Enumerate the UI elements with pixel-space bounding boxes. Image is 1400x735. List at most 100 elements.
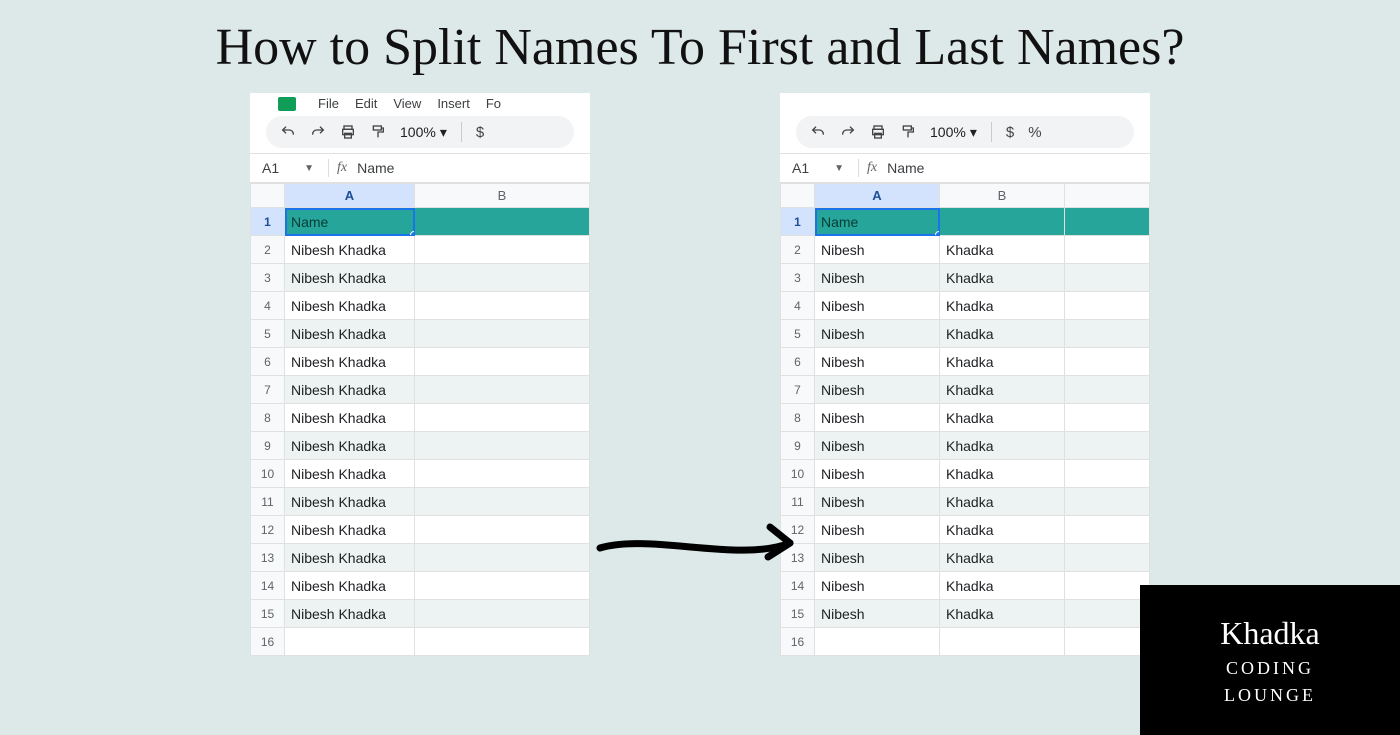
cell[interactable]: [415, 348, 590, 376]
col-header-b[interactable]: B: [415, 184, 590, 208]
row-header[interactable]: 1: [781, 208, 815, 236]
cell[interactable]: [1065, 628, 1150, 656]
cell[interactable]: Nibesh Khadka: [285, 572, 415, 600]
row-header[interactable]: 11: [251, 488, 285, 516]
cell[interactable]: Nibesh: [815, 572, 940, 600]
cell[interactable]: Khadka: [940, 264, 1065, 292]
row-header[interactable]: 12: [781, 516, 815, 544]
cell[interactable]: [415, 432, 590, 460]
percent-button[interactable]: %: [1028, 124, 1041, 141]
cell[interactable]: [415, 320, 590, 348]
row-header[interactable]: 4: [251, 292, 285, 320]
undo-icon[interactable]: [810, 124, 826, 140]
row-header[interactable]: 7: [781, 376, 815, 404]
col-header-a[interactable]: A: [285, 184, 415, 208]
cell[interactable]: Nibesh: [815, 264, 940, 292]
cell[interactable]: Nibesh: [815, 320, 940, 348]
cell[interactable]: Khadka: [940, 600, 1065, 628]
row-header[interactable]: 5: [251, 320, 285, 348]
cell[interactable]: Khadka: [940, 348, 1065, 376]
row-header[interactable]: 10: [781, 460, 815, 488]
cell[interactable]: [1065, 432, 1150, 460]
cell[interactable]: Nibesh Khadka: [285, 376, 415, 404]
print-icon[interactable]: [870, 124, 886, 140]
cell[interactable]: [1065, 320, 1150, 348]
cell[interactable]: [1065, 600, 1150, 628]
cell[interactable]: Nibesh Khadka: [285, 600, 415, 628]
row-header[interactable]: 3: [781, 264, 815, 292]
paint-format-icon[interactable]: [370, 124, 386, 140]
cell[interactable]: Khadka: [940, 544, 1065, 572]
cell[interactable]: [415, 488, 590, 516]
paint-format-icon[interactable]: [900, 124, 916, 140]
row-header[interactable]: 4: [781, 292, 815, 320]
cell[interactable]: Khadka: [940, 236, 1065, 264]
cell[interactable]: [1065, 544, 1150, 572]
cell[interactable]: [1065, 208, 1150, 236]
currency-button[interactable]: $: [1006, 124, 1014, 141]
cell[interactable]: Nibesh: [815, 460, 940, 488]
row-header[interactable]: 2: [251, 236, 285, 264]
cell[interactable]: Nibesh: [815, 432, 940, 460]
cell[interactable]: Name: [285, 208, 415, 236]
cell[interactable]: Khadka: [940, 516, 1065, 544]
cell[interactable]: Nibesh Khadka: [285, 432, 415, 460]
row-header[interactable]: 12: [251, 516, 285, 544]
cell[interactable]: [415, 544, 590, 572]
cell[interactable]: [1065, 516, 1150, 544]
cell[interactable]: [415, 236, 590, 264]
cell[interactable]: Name: [815, 208, 940, 236]
row-header[interactable]: 9: [781, 432, 815, 460]
cell[interactable]: [940, 628, 1065, 656]
row-header[interactable]: 15: [781, 600, 815, 628]
undo-icon[interactable]: [280, 124, 296, 140]
row-header[interactable]: 9: [251, 432, 285, 460]
cell[interactable]: Nibesh Khadka: [285, 404, 415, 432]
cell[interactable]: Nibesh: [815, 544, 940, 572]
menu-insert[interactable]: Insert: [437, 96, 470, 111]
menu-format-cut[interactable]: Fo: [486, 96, 501, 111]
cell[interactable]: Nibesh: [815, 376, 940, 404]
cell[interactable]: [415, 516, 590, 544]
row-header[interactable]: 16: [781, 628, 815, 656]
cell[interactable]: [415, 208, 590, 236]
cell[interactable]: Nibesh: [815, 348, 940, 376]
redo-icon[interactable]: [840, 124, 856, 140]
cell[interactable]: [415, 460, 590, 488]
row-header[interactable]: 13: [781, 544, 815, 572]
zoom-selector[interactable]: 100% ▾: [400, 124, 447, 141]
cell[interactable]: Khadka: [940, 572, 1065, 600]
cell[interactable]: Khadka: [940, 432, 1065, 460]
col-header-c[interactable]: [1065, 184, 1150, 208]
grid-before[interactable]: A B 1Name2Nibesh Khadka3Nibesh Khadka4Ni…: [250, 183, 590, 656]
print-icon[interactable]: [340, 124, 356, 140]
cell[interactable]: [415, 264, 590, 292]
menu-edit[interactable]: Edit: [355, 96, 377, 111]
cell[interactable]: Nibesh: [815, 404, 940, 432]
cell[interactable]: [1065, 264, 1150, 292]
cell[interactable]: [815, 628, 940, 656]
cell[interactable]: [1065, 292, 1150, 320]
cell[interactable]: Nibesh: [815, 600, 940, 628]
cell[interactable]: [415, 376, 590, 404]
row-header[interactable]: 2: [781, 236, 815, 264]
cell[interactable]: Nibesh Khadka: [285, 516, 415, 544]
cell[interactable]: Khadka: [940, 488, 1065, 516]
cell[interactable]: [1065, 404, 1150, 432]
cell[interactable]: Nibesh: [815, 488, 940, 516]
col-header-b[interactable]: B: [940, 184, 1065, 208]
row-header[interactable]: 13: [251, 544, 285, 572]
row-header[interactable]: 5: [781, 320, 815, 348]
row-header[interactable]: 16: [251, 628, 285, 656]
row-header[interactable]: 6: [781, 348, 815, 376]
cell[interactable]: Khadka: [940, 292, 1065, 320]
cell[interactable]: [1065, 348, 1150, 376]
grid-after[interactable]: A B 1Name2NibeshKhadka3NibeshKhadka4Nibe…: [780, 183, 1150, 656]
row-header[interactable]: 14: [251, 572, 285, 600]
row-header[interactable]: 10: [251, 460, 285, 488]
cell[interactable]: [1065, 460, 1150, 488]
cell[interactable]: Nibesh Khadka: [285, 264, 415, 292]
cell[interactable]: Nibesh Khadka: [285, 460, 415, 488]
menu-view[interactable]: View: [393, 96, 421, 111]
row-header[interactable]: 6: [251, 348, 285, 376]
